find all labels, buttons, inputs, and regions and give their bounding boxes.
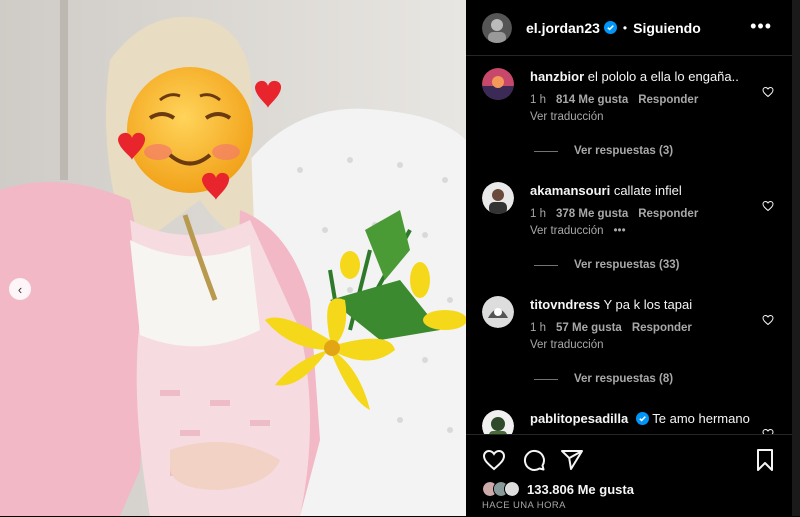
comment-time[interactable]: 1 h: [530, 322, 546, 334]
view-replies-button[interactable]: Ver respuestas (3): [534, 145, 673, 157]
author-username[interactable]: el.jordan23: [526, 20, 600, 36]
comment-time[interactable]: 1 h: [530, 94, 546, 106]
share-icon[interactable]: [560, 448, 584, 472]
see-translation-link[interactable]: Ver traducción: [530, 339, 750, 351]
commenter-avatar[interactable]: [482, 296, 514, 328]
comment-likes[interactable]: 814 Me gusta: [556, 94, 628, 106]
comment-username[interactable]: akamansouri: [530, 183, 610, 198]
author-avatar[interactable]: [482, 12, 512, 43]
comment-options-icon[interactable]: •••: [614, 225, 626, 237]
post-header: el.jordan23 • Siguiendo •••: [466, 0, 792, 56]
comment-text: el pololo a ella lo engaña..: [587, 69, 739, 84]
comment-text: Y pa k los tapai: [603, 297, 693, 312]
liker-avatar: [504, 481, 520, 497]
post-panel: el.jordan23 • Siguiendo ••• hanzbior el …: [466, 0, 792, 516]
commenter-avatar[interactable]: [482, 68, 514, 100]
header-separator: •: [622, 20, 628, 35]
comment-username[interactable]: pablitopesadilla: [530, 411, 628, 426]
reply-button[interactable]: Responder: [638, 208, 698, 220]
comments-list[interactable]: hanzbior el pololo a ella lo engaña.. 1 …: [466, 56, 792, 434]
previous-photo-button[interactable]: ‹: [9, 278, 31, 300]
more-options-icon[interactable]: •••: [750, 16, 772, 37]
commenter-avatar[interactable]: [482, 182, 514, 214]
post-actions: 133.806 Me gusta HACE UNA HORA: [466, 434, 792, 517]
chevron-left-icon: ‹: [17, 281, 23, 297]
comment-username[interactable]: hanzbior: [530, 69, 584, 84]
replies-line: [534, 264, 558, 266]
post-photo[interactable]: ‹: [0, 0, 466, 516]
see-translation-link[interactable]: Ver traducción: [530, 225, 604, 237]
comment-likes[interactable]: 57 Me gusta: [556, 322, 622, 334]
reply-button[interactable]: Responder: [638, 94, 698, 106]
post-image: [0, 0, 466, 516]
comment-time[interactable]: 1 h: [530, 208, 546, 220]
like-comment-heart-icon[interactable]: [762, 200, 774, 212]
like-comment-heart-icon[interactable]: [762, 314, 774, 326]
comment-icon[interactable]: [522, 448, 546, 472]
verified-badge-icon: [635, 412, 649, 425]
likes-count[interactable]: 133.806 Me gusta: [527, 482, 634, 497]
reply-button[interactable]: Responder: [632, 322, 692, 334]
comment-username[interactable]: titovndress: [530, 297, 600, 312]
save-icon[interactable]: [753, 448, 777, 472]
post-timestamp[interactable]: HACE UNA HORA: [482, 500, 566, 511]
see-translation-link[interactable]: Ver traducción: [530, 111, 750, 123]
comment-text: Te amo hermano: [652, 411, 750, 426]
view-replies-label: Ver respuestas (8): [574, 373, 674, 385]
replies-line: [534, 150, 558, 152]
likes-summary[interactable]: 133.806 Me gusta: [482, 481, 634, 497]
heart-icon[interactable]: [482, 448, 506, 472]
view-replies-label: Ver respuestas (33): [574, 259, 680, 271]
view-replies-label: Ver respuestas (3): [574, 145, 674, 157]
like-comment-heart-icon[interactable]: [762, 86, 774, 98]
scrollbar[interactable]: [792, 0, 800, 516]
commenter-avatar[interactable]: [482, 410, 514, 434]
comment-text: callate infiel: [613, 183, 682, 198]
following-button[interactable]: Siguiendo: [633, 20, 701, 36]
replies-line: [534, 378, 558, 380]
verified-badge-icon: [603, 21, 617, 34]
view-replies-button[interactable]: Ver respuestas (33): [534, 259, 679, 271]
view-replies-button[interactable]: Ver respuestas (8): [534, 373, 673, 385]
comment-likes[interactable]: 378 Me gusta: [556, 208, 628, 220]
